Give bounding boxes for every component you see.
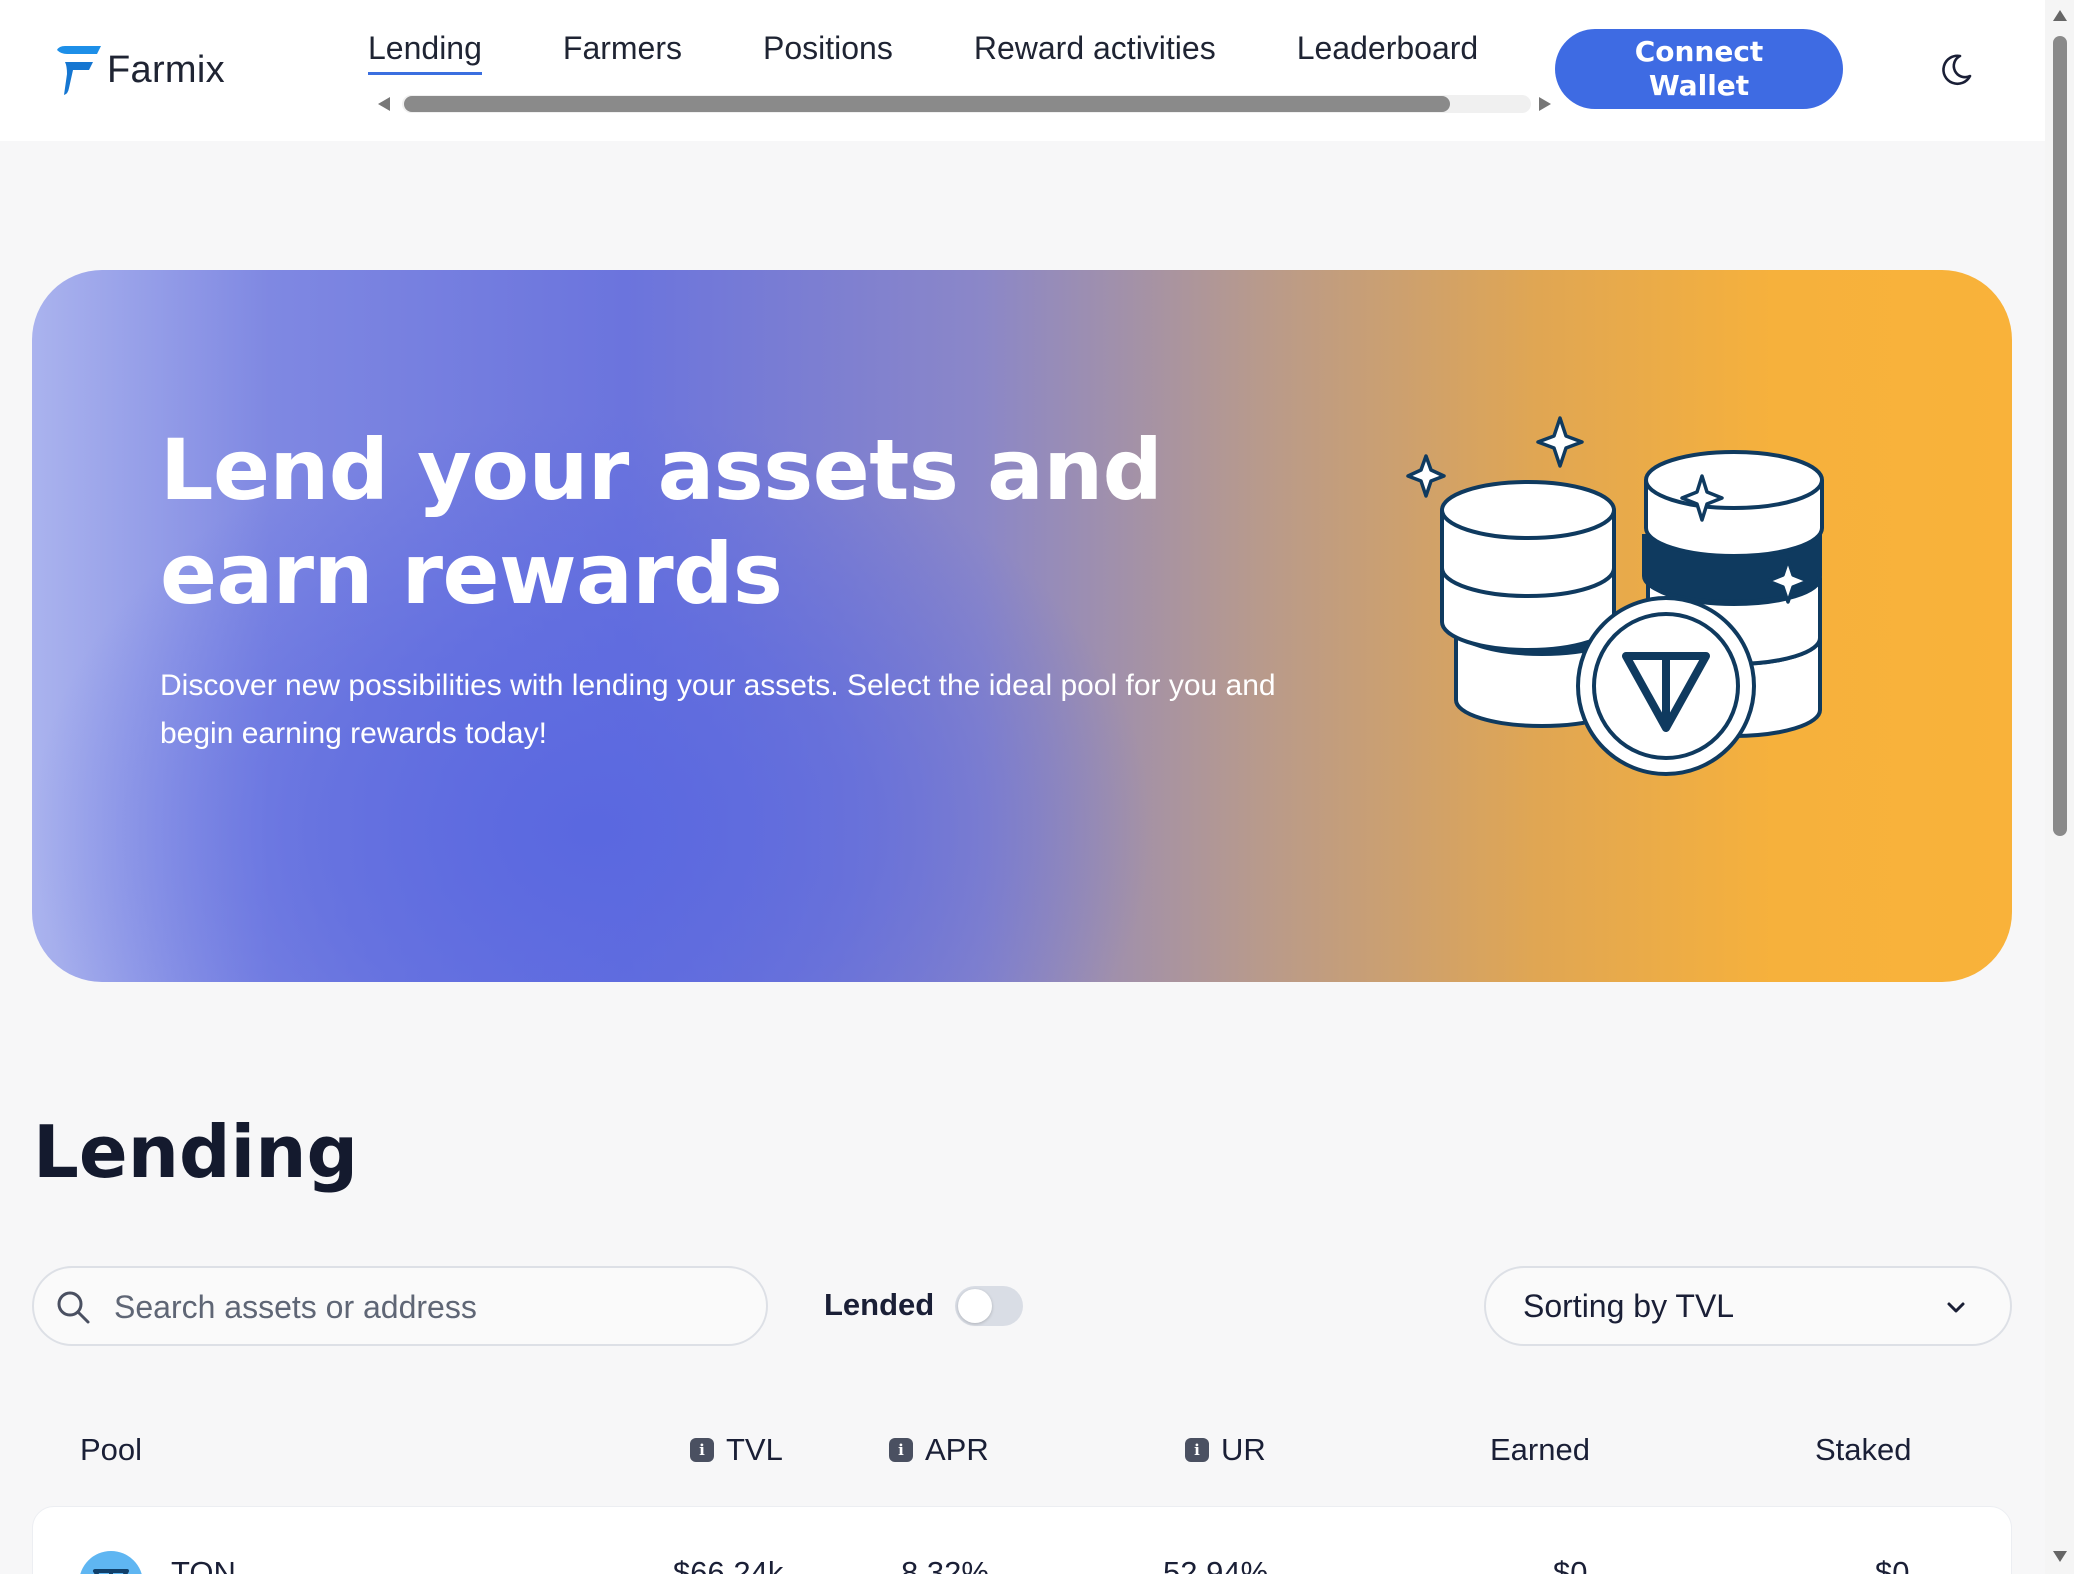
scrollbar-thumb[interactable]: [404, 96, 1450, 112]
search-field[interactable]: [32, 1266, 768, 1346]
nav-item-farmers[interactable]: Farmers: [563, 30, 682, 75]
column-header-tvl[interactable]: i TVL: [690, 1432, 783, 1468]
toggle-knob: [958, 1289, 992, 1323]
hero-description: Discover new possibilities with lending …: [160, 669, 1276, 750]
nav-item-leaderboard[interactable]: Leaderboard: [1297, 30, 1478, 75]
brand-name: Farmix: [107, 48, 225, 91]
column-header-staked: Staked: [1815, 1432, 1912, 1468]
column-header-staked-label: Staked: [1815, 1432, 1912, 1467]
chevron-down-icon: [1947, 1302, 1965, 1313]
column-header-apr-label: APR: [925, 1432, 989, 1467]
apr-value: 8.32%: [901, 1555, 989, 1574]
moon-icon[interactable]: [1938, 52, 1974, 88]
table-row[interactable]: TON $66.24k 8.32% 52.94% $0 $0: [32, 1506, 2012, 1574]
lended-toggle[interactable]: [955, 1286, 1023, 1326]
top-header: Farmix Lending Farmers Positions Reward …: [0, 0, 2045, 141]
hero-banner: Lend your assets and earn rewards Discov…: [32, 270, 2012, 982]
nav-item-reward-activities[interactable]: Reward activities: [974, 30, 1216, 75]
main-nav: Lending Farmers Positions Reward activit…: [368, 30, 1553, 120]
column-header-pool: Pool: [80, 1432, 142, 1468]
ton-icon: [79, 1551, 143, 1574]
nav-item-positions[interactable]: Positions: [763, 30, 893, 75]
column-header-ur-label: UR: [1221, 1432, 1266, 1467]
connect-wallet-button[interactable]: Connect Wallet: [1555, 29, 1843, 109]
coin-stacks-illustration: [1406, 416, 1824, 776]
staked-value: $0: [1875, 1555, 1910, 1574]
pool-name: TON: [171, 1555, 236, 1574]
nav-item-lending[interactable]: Lending: [368, 30, 482, 75]
column-header-ur[interactable]: i UR: [1185, 1432, 1266, 1468]
info-icon[interactable]: i: [1185, 1438, 1209, 1462]
search-input[interactable]: [114, 1284, 734, 1330]
column-header-earned-label: Earned: [1490, 1432, 1590, 1467]
search-icon: [57, 1291, 90, 1324]
info-icon[interactable]: i: [690, 1438, 714, 1462]
scroll-right-arrow-icon[interactable]: [1539, 97, 1551, 111]
hero-title: Lend your assets and earn rewards: [160, 421, 1163, 623]
scroll-left-arrow-icon[interactable]: [378, 97, 390, 111]
nav-horizontal-scrollbar[interactable]: [368, 92, 1553, 116]
tvl-value: $66.24k: [673, 1555, 784, 1574]
column-header-pool-label: Pool: [80, 1432, 143, 1467]
scroll-down-arrow-icon[interactable]: [2053, 1551, 2067, 1562]
ur-value: 52.94%: [1163, 1555, 1269, 1574]
info-icon[interactable]: i: [889, 1438, 913, 1462]
section-title-lending: Lending: [33, 1110, 358, 1194]
scroll-up-arrow-icon[interactable]: [2053, 10, 2067, 21]
column-header-apr[interactable]: i APR: [889, 1432, 989, 1468]
sort-dropdown-value: Sorting by TVL: [1523, 1288, 1735, 1324]
page-scrollbar[interactable]: [2045, 0, 2074, 1574]
column-header-tvl-label: TVL: [726, 1432, 783, 1467]
page-scrollbar-thumb[interactable]: [2053, 36, 2067, 836]
sort-dropdown[interactable]: Sorting by TVL: [1484, 1266, 2012, 1346]
lended-filter-label: Lended: [824, 1287, 935, 1322]
earned-value: $0: [1553, 1555, 1588, 1574]
farmix-logo[interactable]: Farmix: [55, 44, 225, 96]
farmix-logo-icon: [57, 46, 101, 95]
column-header-earned: Earned: [1490, 1432, 1590, 1468]
